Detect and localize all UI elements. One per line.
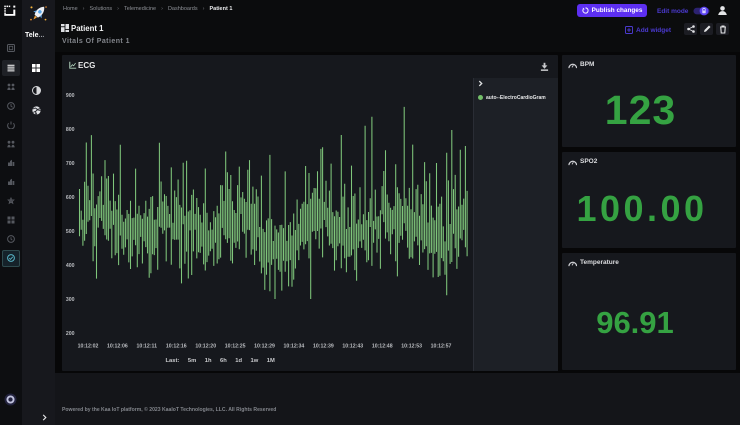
svg-text:10:12:02: 10:12:02 (78, 344, 99, 350)
svg-text:10:12:53: 10:12:53 (401, 344, 422, 350)
svg-text:10:12:25: 10:12:25 (225, 344, 246, 350)
svg-text:10:12:39: 10:12:39 (313, 344, 334, 350)
svg-text:800: 800 (66, 127, 75, 133)
svg-text:200: 200 (66, 331, 75, 337)
svg-text:300: 300 (66, 297, 75, 303)
svg-text:600: 600 (66, 195, 75, 201)
svg-text:10:12:29: 10:12:29 (254, 344, 275, 350)
svg-text:700: 700 (66, 161, 75, 167)
svg-text:10:12:06: 10:12:06 (107, 344, 128, 350)
svg-text:500: 500 (66, 229, 75, 235)
svg-text:900: 900 (66, 93, 75, 99)
svg-text:10:12:16: 10:12:16 (166, 344, 187, 350)
svg-text:10:12:43: 10:12:43 (342, 344, 363, 350)
svg-text:10:12:48: 10:12:48 (372, 344, 393, 350)
svg-text:10:12:34: 10:12:34 (284, 344, 305, 350)
svg-text:10:12:20: 10:12:20 (195, 344, 216, 350)
svg-text:10:12:57: 10:12:57 (431, 344, 452, 350)
svg-text:400: 400 (66, 263, 75, 269)
svg-text:10:12:11: 10:12:11 (137, 344, 158, 350)
